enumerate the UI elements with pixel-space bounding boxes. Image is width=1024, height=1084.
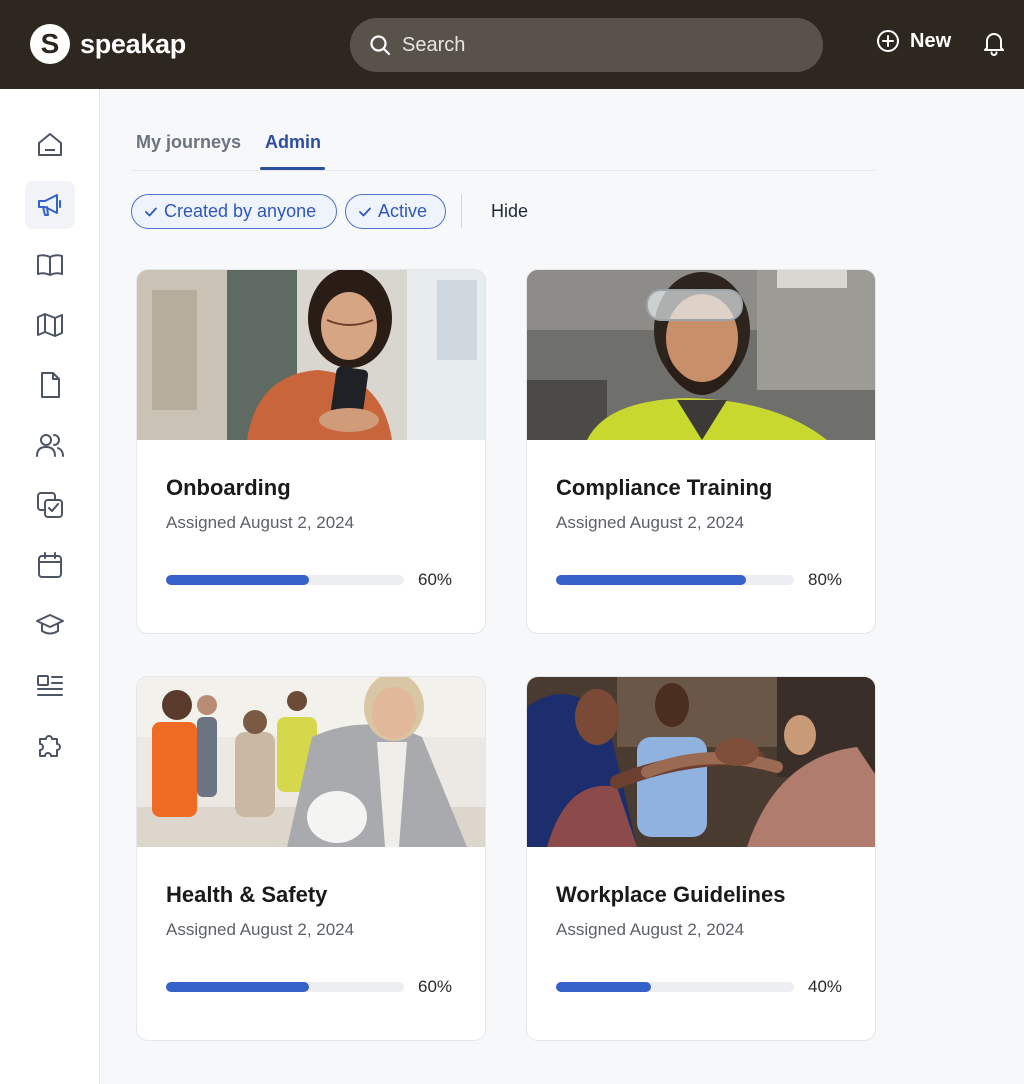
journey-progress-fill: [166, 575, 309, 585]
sidebar-item-home[interactable]: [25, 121, 75, 169]
journey-card-image: [137, 270, 485, 440]
journey-progress-percent: 60%: [418, 570, 453, 589]
top-bar: S speakap New: [0, 0, 1024, 89]
journey-card-image: [137, 677, 485, 847]
journey-card-image: [527, 677, 875, 847]
journey-card-title: Compliance Training: [556, 475, 773, 500]
tab-admin[interactable]: Admin: [265, 132, 321, 153]
sidebar-item-people[interactable]: [25, 421, 75, 469]
logo-text: speakap: [80, 28, 186, 59]
journey-card-assigned-date: Assigned August 2, 2024: [556, 513, 745, 532]
journey-progress-fill: [556, 575, 747, 585]
journey-card-title: Workplace Guidelines: [556, 882, 786, 907]
journey-card-title: Onboarding: [166, 475, 291, 500]
sidebar-item-integrations[interactable]: [25, 721, 75, 769]
sidebar-item-learning[interactable]: [25, 601, 75, 649]
news-icon: [37, 675, 63, 696]
check-icon: [359, 207, 371, 216]
notification-bell-icon[interactable]: [982, 30, 1006, 56]
journey-card-assigned-date: Assigned August 2, 2024: [166, 513, 355, 532]
puzzle-icon: [39, 735, 61, 757]
logo-mark: S: [30, 24, 70, 64]
users-icon: [36, 434, 64, 457]
graduation-cap-icon: [36, 614, 64, 635]
filter-chip-label: Active: [378, 201, 428, 221]
filter-chip-label: Created by anyone: [164, 201, 317, 221]
check-icon: [145, 207, 157, 216]
journey-progress-fill: [166, 982, 309, 992]
sidebar-item-news[interactable]: [25, 661, 75, 709]
new-button-label: New: [910, 29, 952, 52]
journey-progress-percent: 80%: [808, 570, 843, 589]
tasks-icon: [37, 492, 63, 518]
journey-card-workplace-guidelines[interactable]: Workplace Guidelines Assigned August 2, …: [526, 676, 876, 1041]
calendar-icon: [38, 552, 62, 578]
journey-progress-fill: [556, 982, 652, 992]
home-icon: [38, 133, 62, 156]
map-icon: [37, 313, 63, 337]
tab-my-journeys[interactable]: My journeys: [136, 132, 241, 153]
journey-card-image: [527, 270, 875, 440]
search-icon: [370, 35, 391, 56]
filter-chip-status[interactable]: Active: [345, 194, 446, 229]
journey-progress-bar: [556, 982, 794, 992]
journey-progress-percent: 60%: [418, 977, 453, 996]
book-icon: [37, 254, 63, 276]
sidebar-item-campaigns[interactable]: [25, 181, 75, 229]
journey-tabs: My journeys Admin: [131, 125, 876, 171]
sidebar-item-documents[interactable]: [25, 361, 75, 409]
sidebar-item-journeys[interactable]: [25, 301, 75, 349]
journey-card-onboarding[interactable]: Onboarding Assigned August 2, 2024 60%: [136, 269, 486, 634]
document-icon: [41, 372, 60, 398]
sidebar-item-events[interactable]: [25, 541, 75, 589]
active-tab-indicator: [260, 167, 325, 170]
journey-progress-bar: [166, 575, 404, 585]
journey-progress-bar: [166, 982, 404, 992]
journey-card-assigned-date: Assigned August 2, 2024: [556, 920, 745, 939]
sidebar-item-tasks[interactable]: [25, 481, 75, 529]
journey-card-assigned-date: Assigned August 2, 2024: [166, 920, 355, 939]
journey-progress-bar: [556, 575, 794, 585]
new-button[interactable]: New: [876, 29, 951, 53]
journey-card-title: Health & Safety: [166, 882, 328, 907]
journey-card-health-safety[interactable]: Health & Safety Assigned August 2, 2024 …: [136, 676, 486, 1041]
megaphone-icon: [38, 194, 61, 216]
plus-circle-icon: [877, 30, 899, 52]
sidebar-item-knowledge[interactable]: [25, 241, 75, 289]
hide-filters-button[interactable]: Hide: [491, 201, 528, 222]
journey-card-compliance-training[interactable]: Compliance Training Assigned August 2, 2…: [526, 269, 876, 634]
filter-divider: [461, 194, 462, 228]
sidebar: [0, 89, 100, 1084]
search-bar[interactable]: [350, 18, 823, 72]
search-input[interactable]: [402, 33, 782, 57]
journey-progress-percent: 40%: [808, 977, 843, 996]
filter-chip-created-by[interactable]: Created by anyone: [131, 194, 337, 229]
speakap-logo[interactable]: S speakap: [30, 24, 186, 64]
